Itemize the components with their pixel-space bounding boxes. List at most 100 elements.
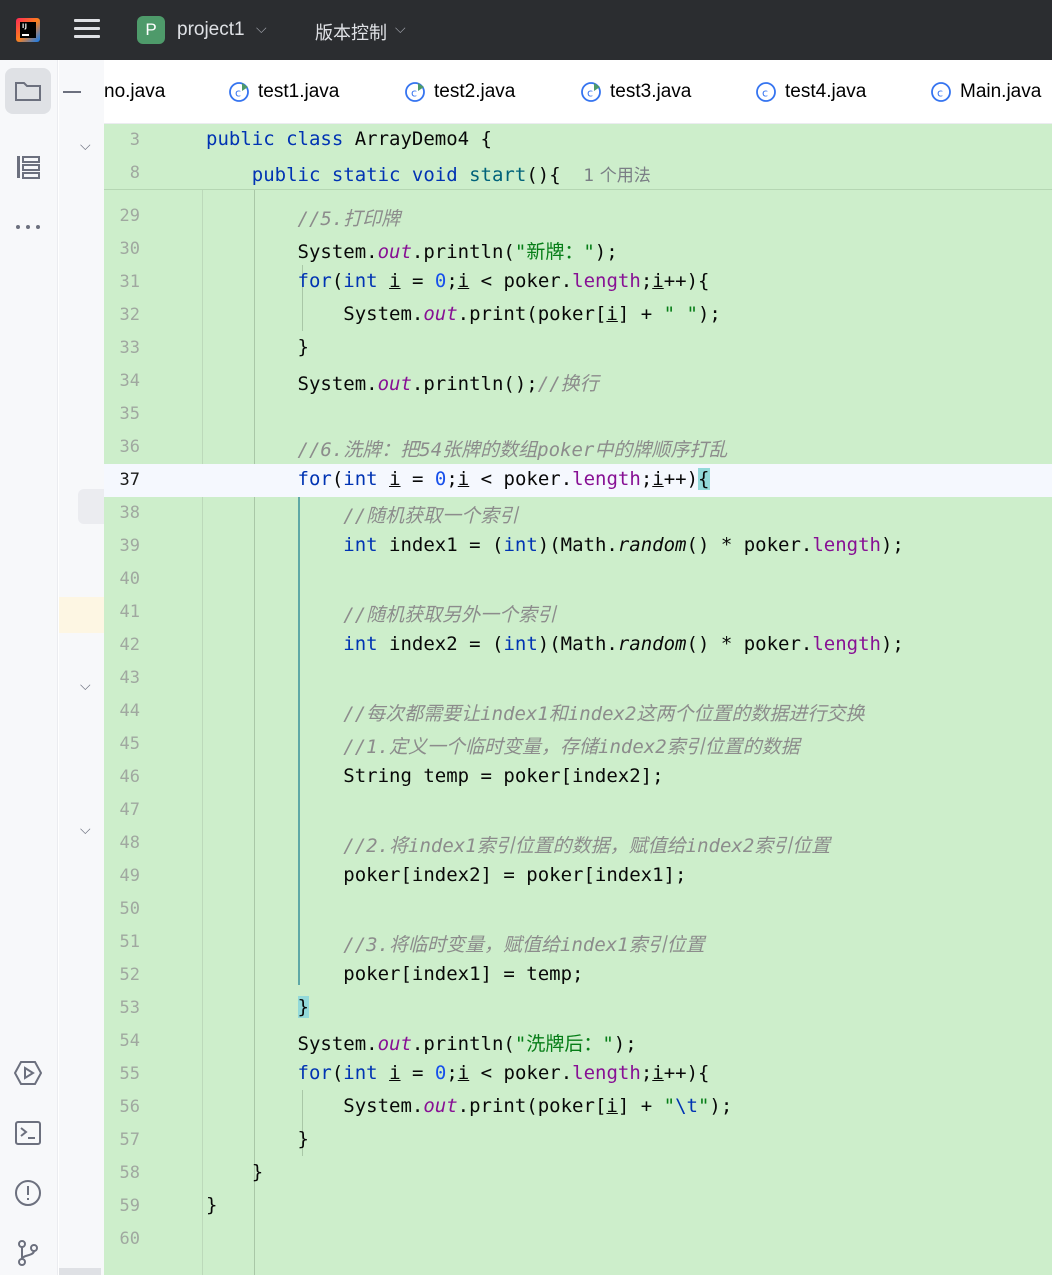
folder-icon[interactable] [5,68,51,114]
scrollbar-thumb[interactable] [78,489,104,524]
line-number: 34 [119,371,140,391]
tab-test2-java[interactable]: c test2.java [404,78,515,106]
line-number: 55 [119,1064,140,1084]
tab-label: Main.java [960,81,1042,102]
tab-no-java[interactable]: no.java [104,78,165,106]
code-text: //随机获取另外一个索引 [343,604,557,626]
code-text: System.out.println();//换行 [206,373,599,395]
line-number: 47 [119,800,140,820]
svg-text:c: c [587,87,593,100]
code-line[interactable]: 38 //随机获取一个索引 [104,497,1052,530]
minimize-icon[interactable] [63,91,81,93]
code-text: public static void start(){ 1 个用法 [251,164,651,186]
code-line[interactable]: 54 System.out.println("洗牌后："); [104,1025,1052,1058]
code-line[interactable]: 34 System.out.println();//换行 [104,365,1052,398]
line-number: 48 [119,833,140,853]
code-line[interactable]: 52 poker[index1] = temp; [104,959,1052,992]
chevron-down-icon[interactable]: ⌵ [395,21,406,37]
code-line[interactable]: 51 //3.将临时变量，赋值给index1索引位置 [104,926,1052,959]
code-text: System.out.println("洗牌后："); [206,1033,637,1055]
line-number: 49 [119,866,140,886]
class-runnable-icon: c [404,81,426,103]
code-line[interactable]: 45 //1.定义一个临时变量，存储index2索引位置的数据 [104,728,1052,761]
code-line[interactable]: 31 for(int i = 0;i < poker.length;i++){ [104,266,1052,299]
vcs-menu[interactable]: 版本控制 [315,19,387,45]
class-icon: c [755,81,777,103]
chevron-down-icon[interactable]: ⌵ [80,138,91,154]
code-line[interactable]: 32 System.out.print(poker[i] + " "); [104,299,1052,332]
more-icon[interactable] [5,204,51,250]
project-badge[interactable]: P [137,16,165,44]
code-line[interactable]: 58 } [104,1157,1052,1190]
line-number: 38 [119,503,140,523]
change-marker [59,597,104,633]
line-number: 58 [119,1163,140,1183]
git-icon[interactable] [5,1230,51,1275]
code-line[interactable]: 59} [104,1190,1052,1223]
project-panel-strip [59,60,104,1275]
services-icon[interactable] [5,1050,51,1096]
tab-test1-java[interactable]: c test1.java [228,78,339,106]
editor-tabs: no.java c test1.java c test2.java c test… [104,60,1052,124]
problems-icon[interactable] [5,1170,51,1216]
intellij-logo[interactable]: IJ [16,18,40,42]
code-line[interactable]: 42 int index2 = (int)(Math.random() * po… [104,629,1052,662]
code-text: //6.洗牌：把54张牌的数组poker中的牌顺序打乱 [297,439,728,461]
horizontal-scrollbar[interactable] [59,1268,101,1275]
code-text: } [206,336,309,358]
line-number: 41 [119,602,140,622]
usage-hint[interactable]: 1 个用法 [584,166,651,186]
sticky-line[interactable]: 8 public static void start(){ 1 个用法 [104,157,1052,190]
code-line[interactable]: 35 [104,398,1052,431]
line-number: 52 [119,965,140,985]
code-line[interactable]: 57 } [104,1124,1052,1157]
chevron-down-icon[interactable]: ⌵ [256,21,267,37]
structure-icon[interactable] [5,144,51,190]
code-line[interactable]: 60 [104,1223,1052,1256]
code-line[interactable]: 33 } [104,332,1052,365]
code-text: poker[index2] = poker[index1]; [206,864,687,886]
line-number: 8 [129,163,140,183]
code-line[interactable]: 50 [104,893,1052,926]
class-icon: c [930,81,952,103]
svg-text:c: c [235,87,241,100]
code-text: int index2 = (int)(Math.random() * poker… [343,633,904,655]
code-line[interactable]: 53 } [104,992,1052,1025]
code-text: System.out.print(poker[i] + "\t"); [206,1095,733,1117]
code-line[interactable]: 36 //6.洗牌：把54张牌的数组poker中的牌顺序打乱 [104,431,1052,464]
chevron-down-icon[interactable]: ⌵ [80,678,91,694]
code-editor[interactable]: 29 //5.打印牌 30 System.out.println("新牌："); 3… [104,124,1052,1275]
code-line[interactable]: 44 //每次都需要让index1和index2这两个位置的数据进行交换 [104,695,1052,728]
code-line[interactable]: 30 System.out.println("新牌："); [104,233,1052,266]
code-line[interactable]: 39 int index1 = (int)(Math.random() * po… [104,530,1052,563]
terminal-icon[interactable] [5,1110,51,1156]
tab-test3-java[interactable]: c test3.java [580,78,691,106]
code-line[interactable]: 29 //5.打印牌 [104,200,1052,233]
code-line[interactable]: 43 [104,662,1052,695]
line-number: 43 [119,668,140,688]
code-line[interactable]: 46 String temp = poker[index2]; [104,761,1052,794]
code-text: //随机获取一个索引 [343,505,519,527]
code-text: for(int i = 0;i < poker.length;i++){ [297,1062,710,1084]
line-number: 46 [119,767,140,787]
code-text: System.out.println("新牌："); [206,241,618,263]
code-line[interactable]: 49 poker[index2] = poker[index1]; [104,860,1052,893]
code-line[interactable]: 55 for(int i = 0;i < poker.length;i++){ [104,1058,1052,1091]
code-line[interactable]: 37 for(int i = 0;i < poker.length;i++){ [104,464,1052,497]
main-menu-icon[interactable] [74,19,100,41]
code-text: public class ArrayDemo4 { [206,128,492,150]
project-selector[interactable]: project1 [177,19,245,41]
code-line[interactable]: 48 //2.将index1索引位置的数据，赋值给index2索引位置 [104,827,1052,860]
tab-main-java[interactable]: c Main.java [930,78,1041,106]
code-line[interactable]: 47 [104,794,1052,827]
chevron-down-icon[interactable]: ⌵ [80,822,91,838]
code-line[interactable]: 56 System.out.print(poker[i] + "\t"); [104,1091,1052,1124]
tab-test4-java[interactable]: c test4.java [755,78,866,106]
line-number: 57 [119,1130,140,1150]
code-line[interactable]: 41 //随机获取另外一个索引 [104,596,1052,629]
sticky-line[interactable]: 3 public class ArrayDemo4 { [104,124,1052,157]
line-number: 42 [119,635,140,655]
line-number: 44 [119,701,140,721]
line-number: 53 [119,998,140,1018]
code-line[interactable]: 40 [104,563,1052,596]
